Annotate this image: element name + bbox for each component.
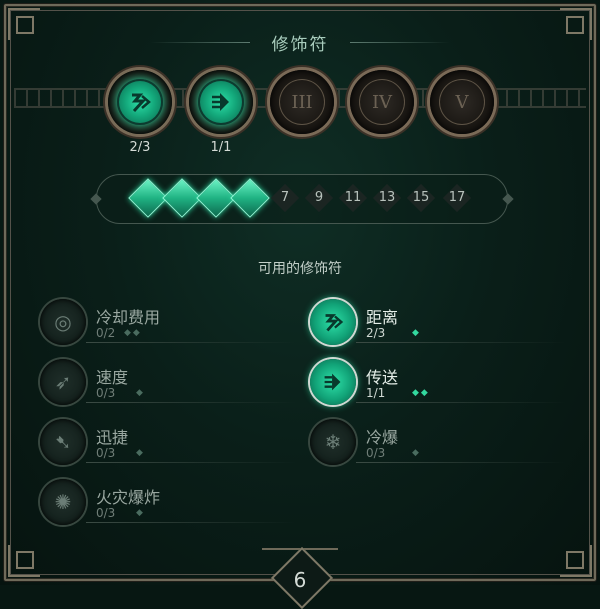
fire-burst-rune-icon: ✺ xyxy=(40,479,86,525)
modifier-cost-pips: ◆◆ xyxy=(412,388,430,398)
modifier-name: 传送 xyxy=(366,368,399,387)
level-marker: 7 xyxy=(271,184,299,212)
modifier-divider xyxy=(86,342,296,343)
modifier-cost-pips: ◆ xyxy=(136,388,145,398)
modifier-divider xyxy=(86,402,296,403)
rune-slot-3[interactable]: III xyxy=(270,70,334,134)
modifier-count: 0/3 xyxy=(96,446,116,460)
swift-rune-icon: ➷ xyxy=(40,419,86,465)
rune-slot-1-count: 2/3 xyxy=(129,140,151,155)
corner-ornament-bottom-right xyxy=(560,545,592,577)
rune-slot-4[interactable]: IV xyxy=(350,70,414,134)
teleport-rune-icon xyxy=(310,359,356,405)
modifier-speed[interactable]: ➶ 速度 0/3 ◆ xyxy=(40,358,296,406)
modifier-cost-pips: ◆ xyxy=(412,448,421,458)
modifier-name: 冷爆 xyxy=(366,428,399,447)
modifier-cost-pips: ◆◆ xyxy=(124,328,142,338)
rune-slot-5-numeral: V xyxy=(455,91,469,113)
modifier-name: 迅捷 xyxy=(96,428,129,447)
corner-ornament-bottom-left xyxy=(8,545,40,577)
rune-slot-5[interactable]: V xyxy=(430,70,494,134)
modifier-count: 0/3 xyxy=(96,386,116,400)
level-marker: 13 xyxy=(373,184,401,212)
modifier-name: 火灾爆炸 xyxy=(96,488,161,507)
modifier-swift[interactable]: ➷ 迅捷 0/3 ◆ xyxy=(40,418,296,466)
level-marker: 15 xyxy=(407,184,435,212)
bottom-level-tab[interactable]: 6 xyxy=(262,546,338,609)
level-marker: 9 xyxy=(305,184,333,212)
rune-slot-1[interactable] xyxy=(108,70,172,134)
teleport-rune-icon xyxy=(198,79,244,125)
cooldown-rune-icon: ◎ xyxy=(40,299,86,345)
modifier-divider xyxy=(356,462,566,463)
range-rune-icon xyxy=(117,79,163,125)
modifier-frost-burst[interactable]: ❄ 冷爆 0/3 ◆ xyxy=(310,418,566,466)
bottom-tab-label: 6 xyxy=(293,568,307,592)
speed-rune-icon: ➶ xyxy=(40,359,86,405)
rune-slot-3-numeral: III xyxy=(291,91,313,113)
modifier-fire-burst[interactable]: ✺ 火灾爆炸 0/3 ◆ xyxy=(40,478,296,526)
modifier-count: 0/2 xyxy=(96,326,116,340)
modifier-count: 1/1 xyxy=(366,386,386,400)
modifier-count: 0/3 xyxy=(96,506,116,520)
rune-slot-2-count: 1/1 xyxy=(210,140,232,155)
modifier-name: 速度 xyxy=(96,368,129,387)
frost-burst-rune-icon: ❄ xyxy=(310,419,356,465)
level-marker: 11 xyxy=(339,184,367,212)
modifier-cooldown[interactable]: ◎ 冷却费用 0/2 ◆◆ xyxy=(40,298,296,346)
rune-slot-4-numeral: IV xyxy=(371,91,393,113)
modifier-teleport[interactable]: 传送 1/1 ◆◆ xyxy=(310,358,566,406)
available-modifiers-heading: 可用的修饰符 xyxy=(258,261,342,277)
modifier-divider xyxy=(86,522,296,523)
modifier-divider xyxy=(86,462,296,463)
modifier-cost-pips: ◆ xyxy=(412,328,421,338)
modifier-name: 距离 xyxy=(366,308,399,327)
modifier-range[interactable]: 距离 2/3 ◆ xyxy=(310,298,566,346)
modifier-count: 0/3 xyxy=(366,446,386,460)
rune-slot-2[interactable] xyxy=(189,70,253,134)
modifier-divider xyxy=(356,342,566,343)
modifier-count: 2/3 xyxy=(366,326,386,340)
modifier-cost-pips: ◆ xyxy=(136,448,145,458)
modifier-panel: 修饰符 2/3 1/1 III IV V 7 9 11 13 15 17 可用的… xyxy=(0,0,600,609)
modifier-cost-pips: ◆ xyxy=(136,508,145,518)
level-marker: 17 xyxy=(443,184,471,212)
modifier-divider xyxy=(356,402,566,403)
range-rune-icon xyxy=(310,299,356,345)
modifier-name: 冷却费用 xyxy=(96,308,161,327)
panel-title: 修饰符 xyxy=(271,35,329,55)
